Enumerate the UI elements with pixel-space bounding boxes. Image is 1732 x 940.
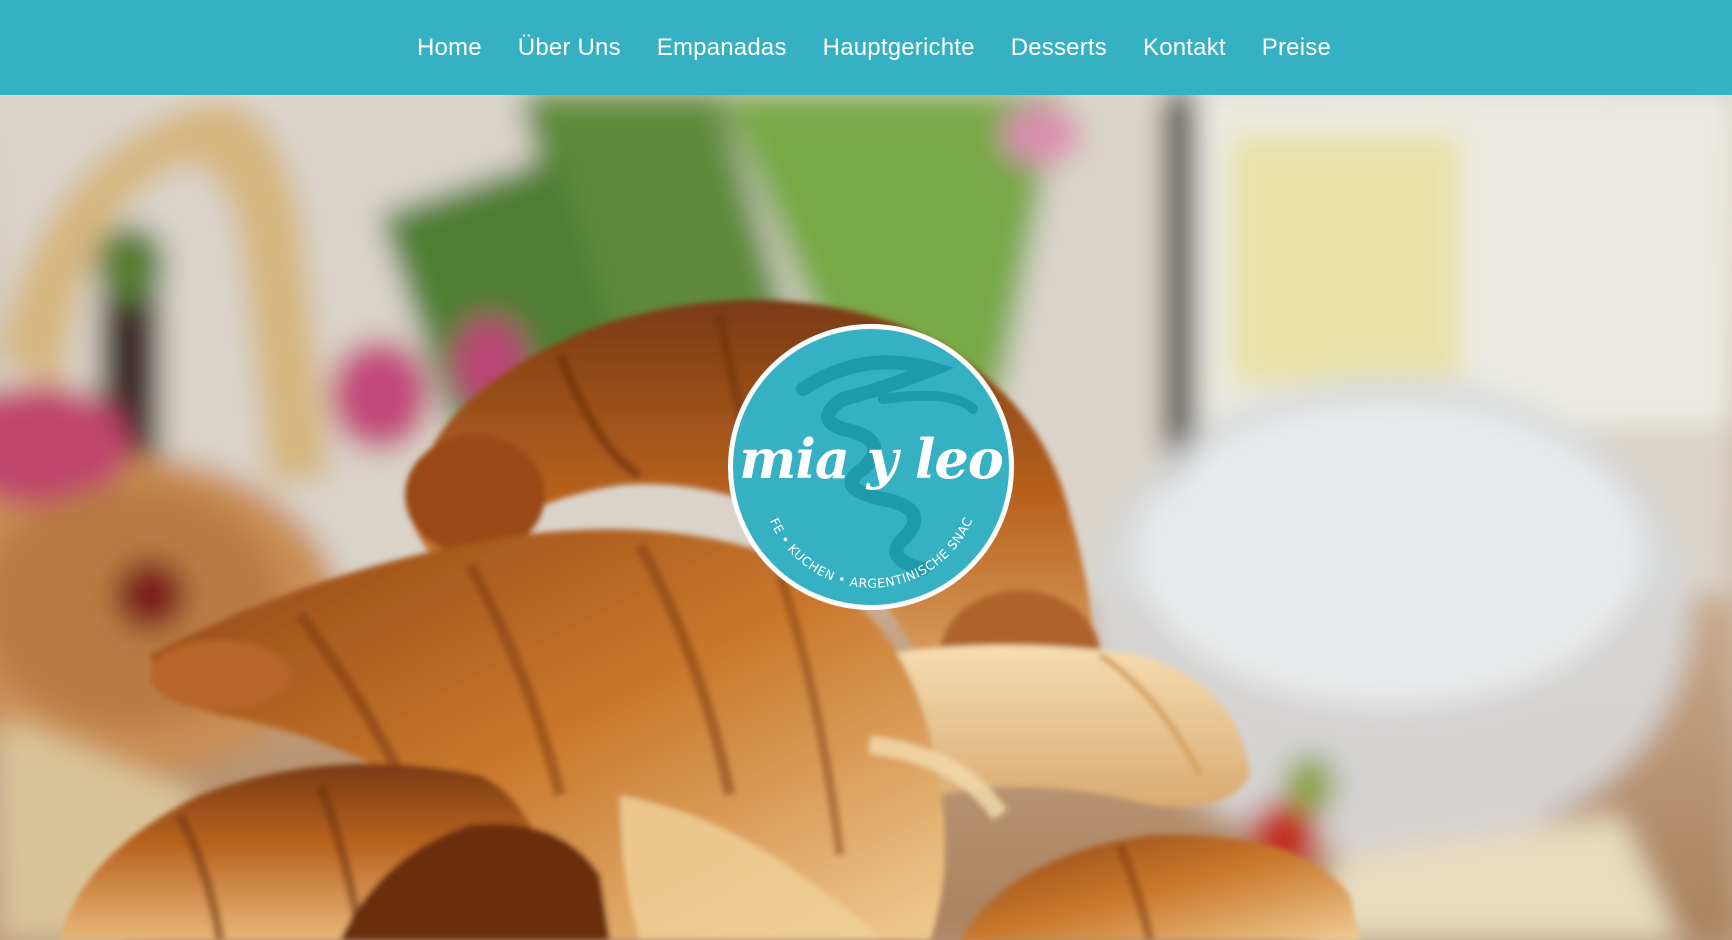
nav-item-empanadas[interactable]: Empanadas — [639, 0, 805, 95]
nav-item-home[interactable]: Home — [399, 0, 500, 95]
brand-logo[interactable]: CAFE • KUCHEN • ARGENTINISCHE SNACKS mia… — [728, 324, 1014, 610]
nav-list: Home Über Uns Empanadas Hauptgerichte De… — [399, 0, 1349, 95]
nav-item-desserts[interactable]: Desserts — [993, 0, 1125, 95]
main-navigation: Home Über Uns Empanadas Hauptgerichte De… — [0, 0, 1732, 95]
page: Home Über Uns Empanadas Hauptgerichte De… — [0, 0, 1732, 940]
nav-item-hauptgerichte[interactable]: Hauptgerichte — [805, 0, 993, 95]
nav-item-preise[interactable]: Preise — [1244, 0, 1349, 95]
nav-item-ueber-uns[interactable]: Über Uns — [500, 0, 639, 95]
hero-section: CAFE • KUCHEN • ARGENTINISCHE SNACKS mia… — [0, 95, 1732, 940]
logo-wordmark: mia y leo — [739, 427, 1004, 491]
nav-item-kontakt[interactable]: Kontakt — [1125, 0, 1244, 95]
